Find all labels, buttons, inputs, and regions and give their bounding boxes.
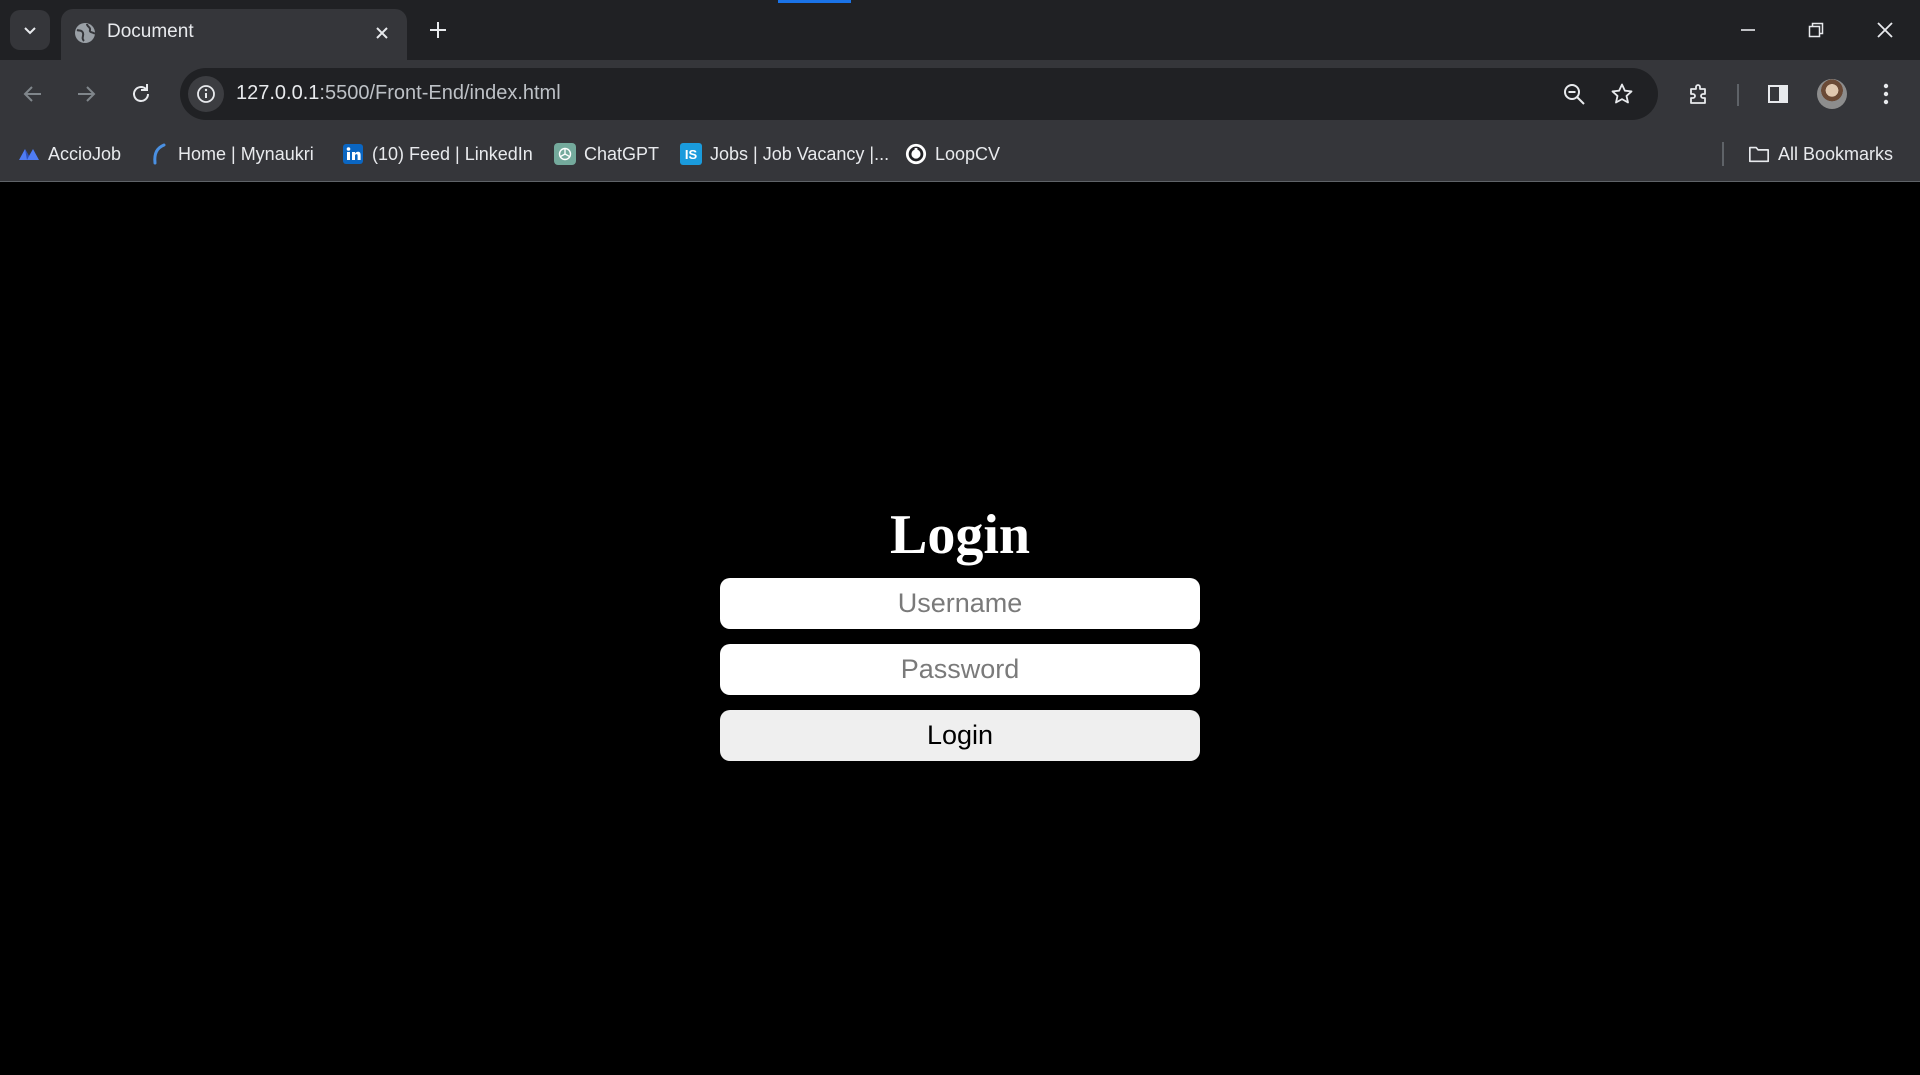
login-button[interactable]: Login bbox=[720, 710, 1200, 761]
login-heading: Login bbox=[889, 504, 1031, 566]
minimize-icon bbox=[1741, 29, 1755, 31]
bookmarks-divider bbox=[1722, 142, 1724, 166]
bookmark-label: LoopCV bbox=[935, 143, 1001, 164]
tab-title: Document bbox=[107, 21, 194, 42]
bookmark-label: Home | Mynaukri bbox=[178, 143, 314, 164]
close-window-button[interactable] bbox=[1857, 6, 1913, 54]
bookmark-acciojob[interactable]: AccioJob bbox=[18, 140, 121, 168]
menu-button[interactable] bbox=[1866, 74, 1906, 114]
bookmark-label: Jobs | Job Vacancy |... bbox=[710, 143, 890, 164]
bookmark-mynaukri[interactable]: Home | Mynaukri bbox=[148, 140, 314, 168]
bookmark-star-button[interactable] bbox=[1606, 78, 1638, 110]
password-input[interactable] bbox=[720, 644, 1200, 695]
svg-text:IS: IS bbox=[685, 147, 698, 162]
folder-icon bbox=[1748, 143, 1770, 165]
tab-document[interactable]: Document bbox=[61, 9, 407, 60]
minimize-button[interactable] bbox=[1720, 6, 1776, 54]
acciojob-icon bbox=[18, 143, 40, 165]
arrow-left-icon bbox=[23, 86, 41, 102]
tab-search-button[interactable] bbox=[10, 10, 50, 50]
jobvacancy-icon: IS bbox=[680, 143, 702, 165]
new-tab-button[interactable] bbox=[420, 12, 456, 48]
loading-indicator bbox=[778, 0, 851, 3]
url-host: 127.0.0.1 bbox=[236, 82, 320, 104]
bookmark-linkedin[interactable]: (10) Feed | LinkedIn bbox=[342, 140, 533, 168]
url-text: 127.0.0.1:5500/Front-End/index.html bbox=[236, 82, 561, 105]
chatgpt-icon bbox=[554, 143, 576, 165]
close-icon bbox=[1877, 22, 1893, 38]
info-icon bbox=[197, 85, 215, 103]
plus-icon bbox=[430, 22, 446, 38]
bookmark-label: (10) Feed | LinkedIn bbox=[372, 143, 533, 164]
puzzle-icon bbox=[1690, 84, 1706, 104]
side-panel-button[interactable] bbox=[1758, 74, 1798, 114]
bookmark-label: AccioJob bbox=[48, 143, 122, 164]
all-bookmarks-button[interactable]: All Bookmarks bbox=[1748, 140, 1893, 168]
profile-avatar[interactable] bbox=[1817, 79, 1847, 109]
zoom-out-icon bbox=[1564, 84, 1585, 105]
arrow-right-icon bbox=[78, 86, 96, 102]
bookmarks-bar: AccioJob Home | Mynaukri (10) Feed | Lin… bbox=[0, 128, 1920, 182]
globe-icon bbox=[75, 23, 96, 43]
zoom-button[interactable] bbox=[1558, 78, 1590, 110]
side-panel-icon bbox=[1768, 85, 1788, 103]
reload-icon bbox=[133, 84, 149, 102]
bookmark-chatgpt[interactable]: ChatGPT bbox=[554, 140, 659, 168]
kebab-menu-icon bbox=[1883, 83, 1889, 105]
mynaukri-icon bbox=[148, 143, 170, 165]
address-bar[interactable]: 127.0.0.1:5500/Front-End/index.html bbox=[180, 68, 1658, 120]
restore-icon bbox=[1808, 22, 1824, 38]
loopcv-icon bbox=[905, 143, 927, 165]
close-icon bbox=[376, 27, 388, 39]
url-path: :5500/Front-End/index.html bbox=[319, 82, 561, 104]
tab-strip: Document bbox=[0, 0, 1920, 60]
site-info-button[interactable] bbox=[188, 76, 224, 112]
linkedin-icon bbox=[342, 143, 364, 165]
star-icon bbox=[1611, 83, 1633, 104]
page-content: Login Login bbox=[0, 182, 1920, 1075]
extensions-button[interactable] bbox=[1679, 74, 1719, 114]
tab-close-button[interactable] bbox=[368, 19, 396, 47]
toolbar-divider bbox=[1737, 84, 1739, 106]
restore-button[interactable] bbox=[1788, 6, 1844, 54]
navigation-toolbar: 127.0.0.1:5500/Front-End/index.html bbox=[0, 60, 1920, 128]
chevron-down-icon bbox=[24, 27, 36, 35]
bookmark-loopcv[interactable]: LoopCV bbox=[905, 140, 1000, 168]
back-button[interactable] bbox=[13, 74, 53, 114]
reload-button[interactable] bbox=[121, 74, 161, 114]
bookmark-job-vacancy[interactable]: IS Jobs | Job Vacancy |... bbox=[680, 140, 889, 168]
bookmark-label: ChatGPT bbox=[584, 143, 660, 164]
all-bookmarks-label: All Bookmarks bbox=[1778, 143, 1894, 164]
username-input[interactable] bbox=[720, 578, 1200, 629]
forward-button[interactable] bbox=[66, 74, 106, 114]
